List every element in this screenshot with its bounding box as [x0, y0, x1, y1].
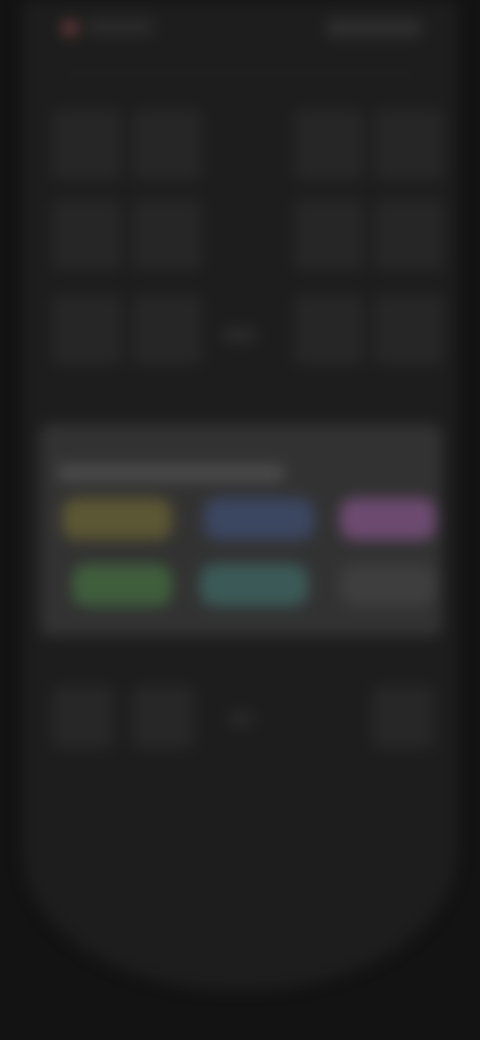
keypad-button[interactable]: [374, 295, 444, 365]
remote-screen: [0, 0, 480, 1040]
device-name-placeholder: [86, 19, 154, 35]
bottom-button[interactable]: [132, 686, 194, 748]
blur-overlay: [0, 0, 480, 1040]
color-chip-green[interactable]: [72, 564, 172, 606]
keypad-button[interactable]: [52, 110, 122, 180]
keypad-button[interactable]: [294, 110, 364, 180]
center-indicator: [222, 328, 256, 342]
keypad-button[interactable]: [52, 200, 122, 270]
power-icon[interactable]: [62, 20, 78, 36]
keypad-button[interactable]: [132, 200, 202, 270]
keypad-button[interactable]: [52, 295, 122, 365]
color-chip-blue[interactable]: [204, 498, 314, 540]
top-divider: [62, 72, 418, 74]
color-chip-purple[interactable]: [340, 498, 436, 540]
color-chip-gray[interactable]: [340, 564, 436, 606]
keypad-button[interactable]: [374, 110, 444, 180]
keypad-button[interactable]: [294, 295, 364, 365]
top-bar: [22, 0, 458, 60]
panel-title-placeholder: [58, 464, 284, 482]
remote-body: [22, 0, 458, 990]
color-chip-teal[interactable]: [200, 564, 308, 606]
keypad-button[interactable]: [294, 200, 364, 270]
color-chip-yellow[interactable]: [62, 498, 172, 540]
keypad-button[interactable]: [132, 295, 202, 365]
bottom-indicator: [228, 712, 254, 726]
keypad-button[interactable]: [132, 110, 202, 180]
keypad-button[interactable]: [374, 200, 444, 270]
menu-button[interactable]: [326, 19, 422, 37]
bottom-button[interactable]: [52, 686, 114, 748]
bottom-button[interactable]: [372, 686, 434, 748]
